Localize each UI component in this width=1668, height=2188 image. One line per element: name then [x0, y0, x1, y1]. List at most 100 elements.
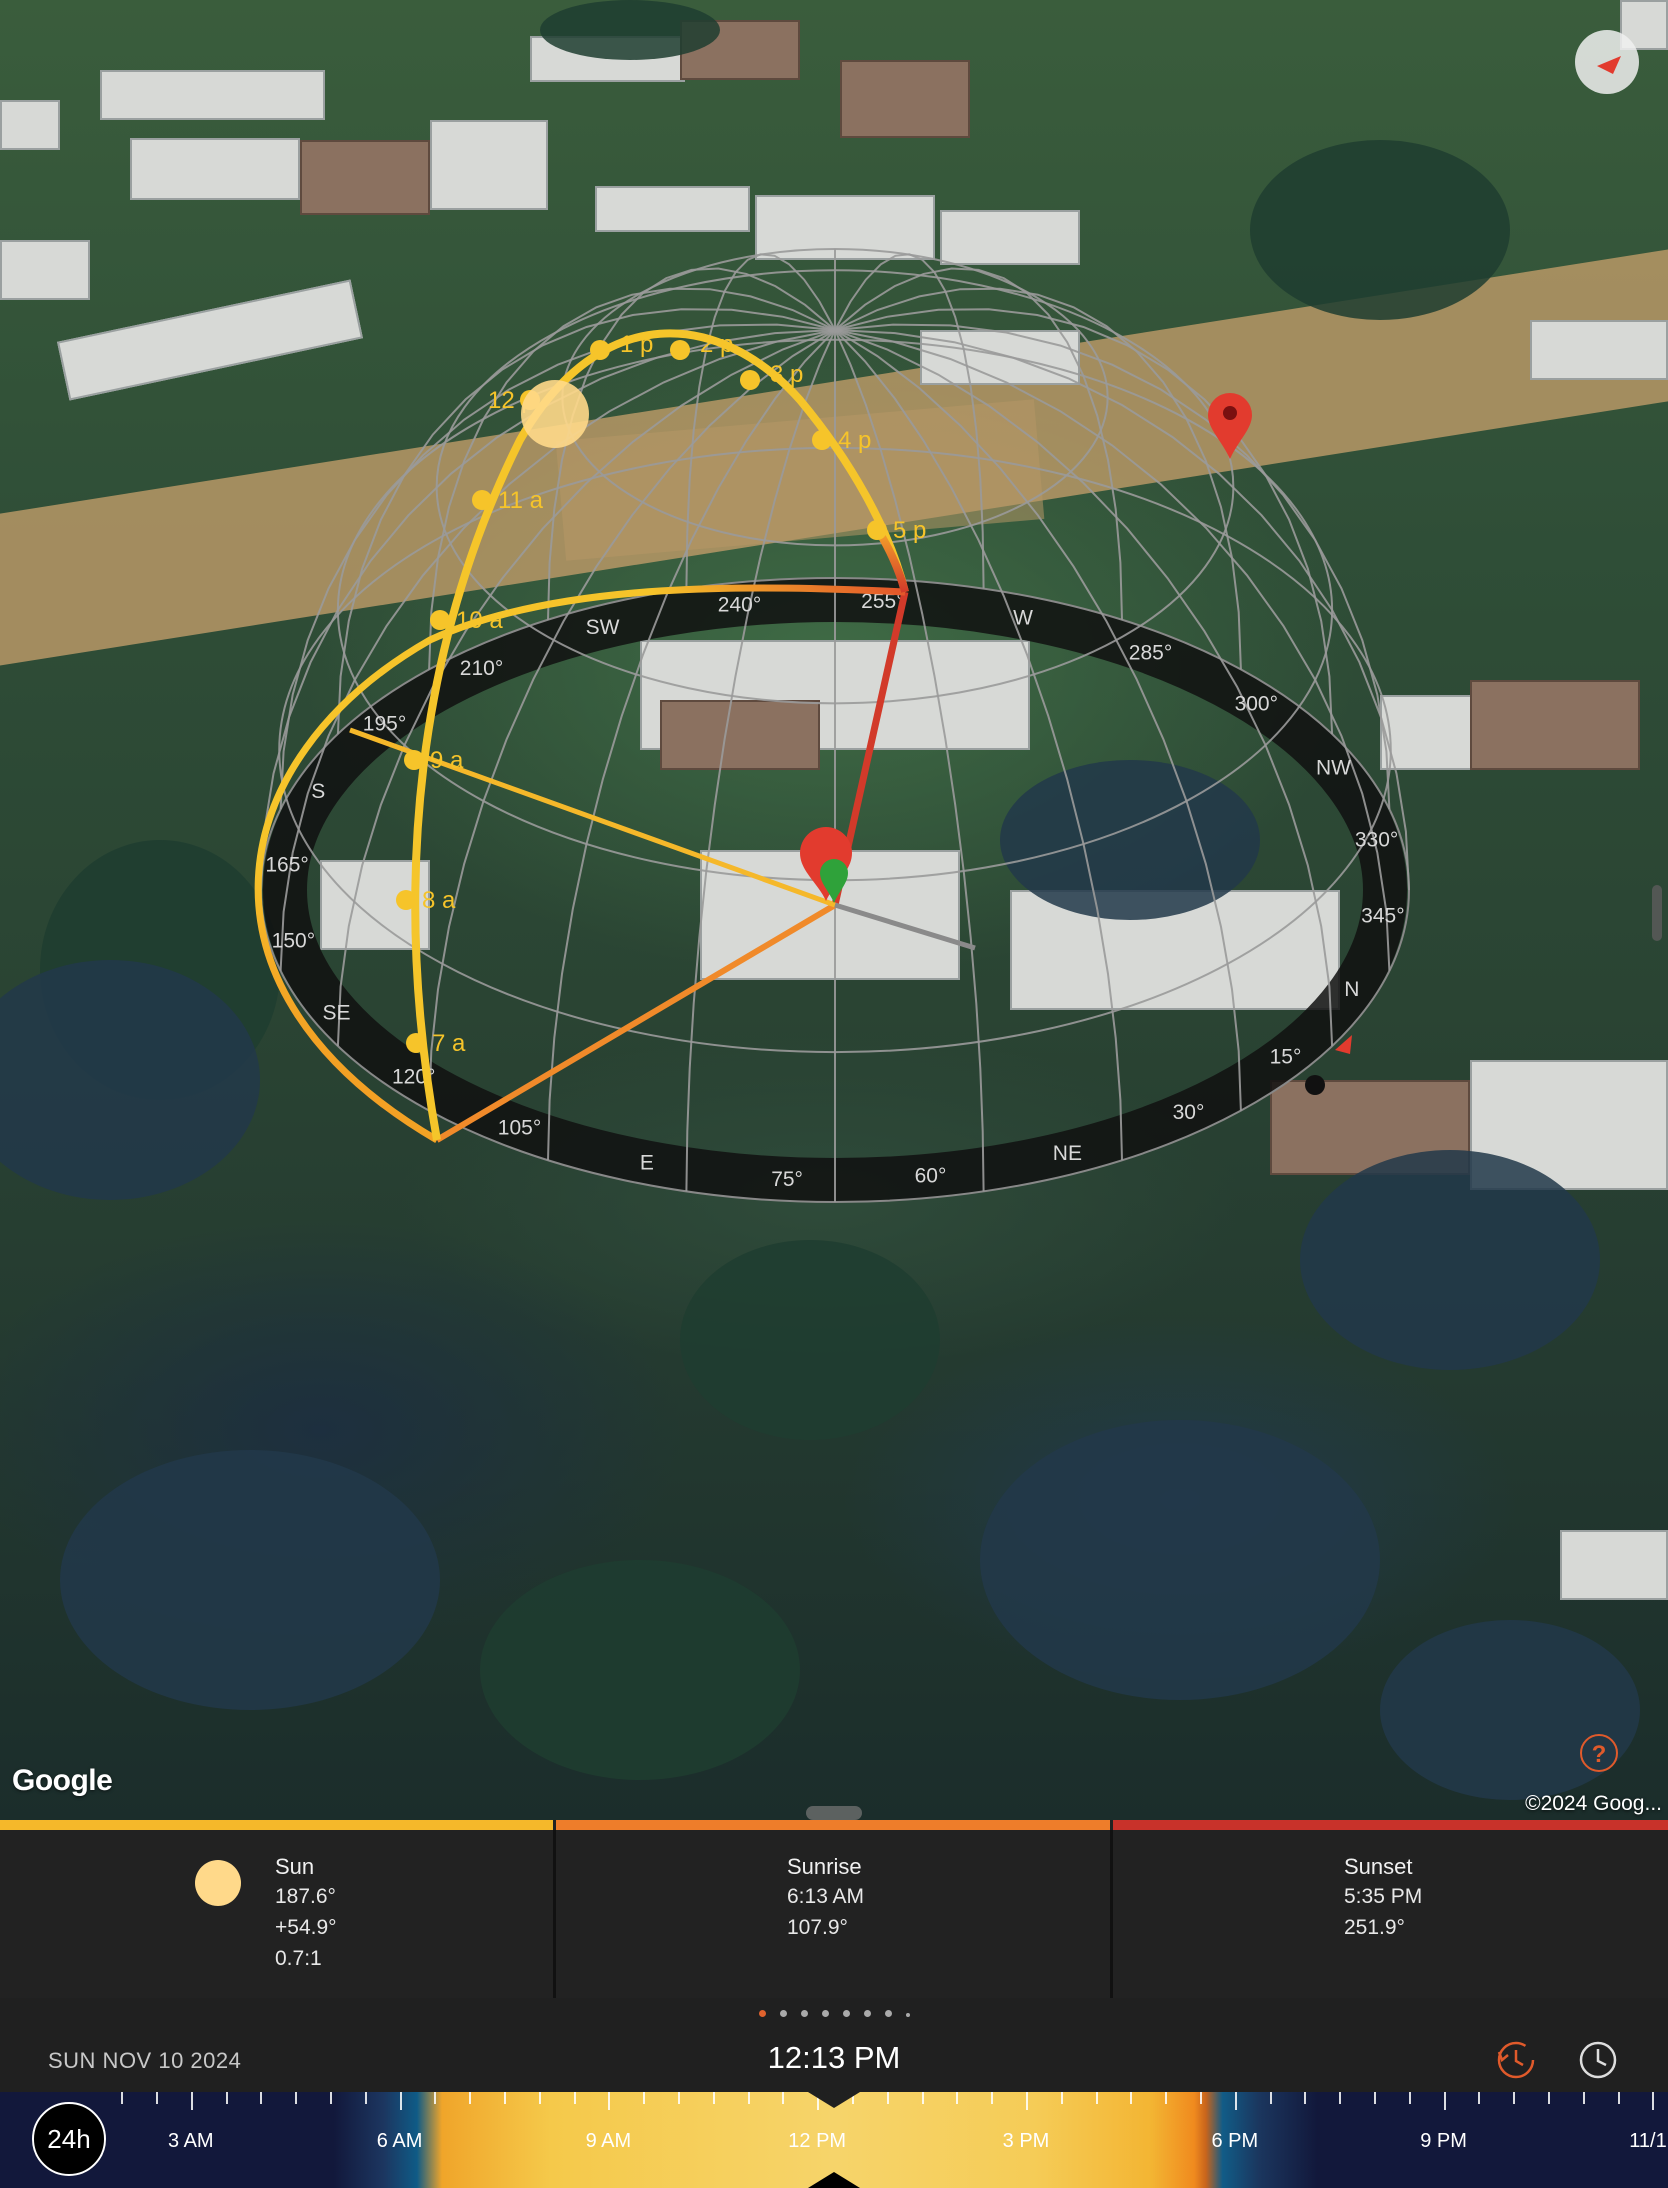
compass-button[interactable]	[1575, 30, 1639, 94]
map-copyright[interactable]: ©2024 Goog...	[1525, 1792, 1662, 1816]
current-time-marker-top	[808, 2092, 860, 2108]
sunrise-info-card[interactable]: Sunrise 6:13 AM 107.9°	[556, 1830, 1110, 1998]
timeline-label: 9 PM	[1420, 2130, 1467, 2152]
sun-path-arc	[411, 329, 909, 1141]
date-time-bar: SUN NOV 10 2024 12:13 PM	[0, 1998, 1668, 2092]
hour-marker-dot	[406, 1033, 426, 1053]
timeline-tick	[1617, 2092, 1620, 2104]
dial-label: 300°	[1235, 693, 1278, 716]
sunrise-time: 6:13 AM	[787, 1885, 865, 1908]
timeline-tick	[1374, 2092, 1376, 2104]
timeline-tick	[643, 2092, 646, 2104]
info-panel: Sun 187.6° +54.9° 0.7:1 Sunrise 6:13 AM …	[0, 1820, 1668, 1998]
side-drawer-handle[interactable]	[1652, 885, 1662, 941]
sunset-azimuth: 251.9°	[1344, 1916, 1405, 1939]
timeline-tick	[1095, 2092, 1098, 2104]
timeline-tick	[538, 2092, 541, 2104]
dial-label: 15°	[1270, 1045, 1302, 1068]
hour-marker-dot	[404, 750, 424, 770]
time-label[interactable]: 12:13 PM	[0, 2040, 1668, 2076]
dial-label: NW	[1316, 756, 1351, 779]
sun-title: Sun	[275, 1854, 315, 1879]
sunset-info-card[interactable]: Sunset 5:35 PM 251.9°	[1113, 1830, 1668, 1998]
history-clock-icon[interactable]	[1494, 2038, 1538, 2082]
timeline-tick	[1026, 2092, 1028, 2110]
compass-icon	[1597, 56, 1621, 74]
timeline-label: 11/1	[1629, 2130, 1667, 2152]
sun-shadow-ratio: 0.7:1	[275, 1947, 322, 1970]
dial-label: E	[640, 1152, 654, 1175]
hour-marker-dot	[396, 890, 416, 910]
clock-icon[interactable]	[1576, 2038, 1620, 2082]
sun-shadow-line	[834, 902, 976, 951]
satellite-map[interactable]: 240° 255° W 285° 300° NW 330° 345° N 15° 30° NE 60° 7…	[0, 0, 1668, 1820]
timeline-label: 6 AM	[376, 2130, 423, 2152]
timeline-tick	[156, 2092, 158, 2104]
sun-info-card[interactable]: Sun 187.6° +54.9° 0.7:1	[0, 1830, 553, 1998]
dial-label: S	[311, 780, 325, 803]
page-indicator[interactable]	[0, 2010, 1668, 2024]
timeline-tick	[504, 2092, 506, 2104]
page-dot[interactable]	[842, 2010, 850, 2017]
sunrise-color-bar	[556, 1820, 1110, 1830]
timeline-tick	[1060, 2092, 1063, 2104]
dial-label: 60°	[915, 1165, 947, 1188]
timeline-tick	[782, 2092, 785, 2104]
timeline-label: 3 AM	[168, 2130, 214, 2152]
page-dot[interactable]	[800, 2010, 808, 2017]
dial-label: N	[1344, 978, 1359, 1001]
page-dot[interactable]	[863, 2010, 871, 2017]
hour-marker-label: 5 p	[893, 517, 926, 544]
hour-marker-dot	[430, 610, 450, 630]
timeline-tick	[991, 2092, 994, 2104]
hour-marker-label: 11 a	[498, 487, 544, 514]
north-marker-dot	[1305, 1075, 1325, 1095]
hour-marker-label: 1 p	[620, 331, 653, 358]
sunrise-direction-line	[435, 902, 837, 1143]
sunset-title: Sunset	[1344, 1854, 1413, 1879]
help-button[interactable]: ?	[1580, 1734, 1618, 1772]
dial-label: 210°	[460, 657, 503, 680]
sun-elevation: +54.9°	[275, 1916, 337, 1939]
hour-marker-label: 2 p	[700, 331, 733, 358]
timeline-tick	[1478, 2092, 1481, 2104]
page-dot[interactable]	[821, 2010, 829, 2017]
timeline-tick	[1165, 2092, 1168, 2104]
timeline-tick	[1443, 2092, 1446, 2110]
timeline-tick	[1269, 2092, 1272, 2104]
sun-azimuth: 187.6°	[275, 1885, 336, 1908]
sun-path-overlay: 240° 255°W285°300°NW330°345°N15°30°NE60°7…	[254, 248, 1410, 1203]
page-dot[interactable]	[884, 2010, 892, 2017]
timeline-tick	[260, 2092, 263, 2104]
24h-toggle-button[interactable]: 24h	[32, 2102, 106, 2176]
sun-icon	[195, 1860, 241, 1906]
page-dot[interactable]	[779, 2010, 787, 2017]
hour-marker-dot	[740, 370, 760, 390]
timeline-tick	[1130, 2092, 1133, 2104]
timeline-tick	[330, 2092, 332, 2104]
page-dot[interactable]	[758, 2010, 766, 2017]
timeline-label: 9 AM	[585, 2130, 632, 2152]
timeline-tick	[886, 2092, 889, 2104]
timeline-tick	[1548, 2092, 1550, 2104]
timeline-tick	[1582, 2092, 1585, 2104]
page-dot[interactable]	[905, 2013, 910, 2017]
panel-drag-handle[interactable]	[806, 1806, 862, 1820]
location-pin[interactable]	[1208, 393, 1252, 459]
sunrise-title: Sunrise	[787, 1854, 862, 1879]
timeline-tick	[364, 2092, 367, 2104]
timeline-tick	[434, 2092, 437, 2104]
dial-label: W	[1013, 607, 1033, 630]
sunset-time: 5:35 PM	[1344, 1885, 1423, 1908]
dial-label: 165°	[265, 854, 308, 877]
sunset-color-bar	[1113, 1820, 1668, 1830]
hour-marker-label: 7 a	[432, 1030, 466, 1057]
hour-marker-label: 3 p	[770, 361, 803, 388]
hour-marker-label: 9 a	[430, 747, 464, 774]
dial-label: 195°	[363, 713, 406, 736]
sunrise-azimuth: 107.9°	[787, 1916, 848, 1939]
timeline-tick	[1200, 2092, 1202, 2104]
timeline-tick	[1408, 2092, 1411, 2104]
dial-label: SE	[322, 1002, 350, 1025]
timeline-label: 12 PM	[788, 2130, 847, 2152]
